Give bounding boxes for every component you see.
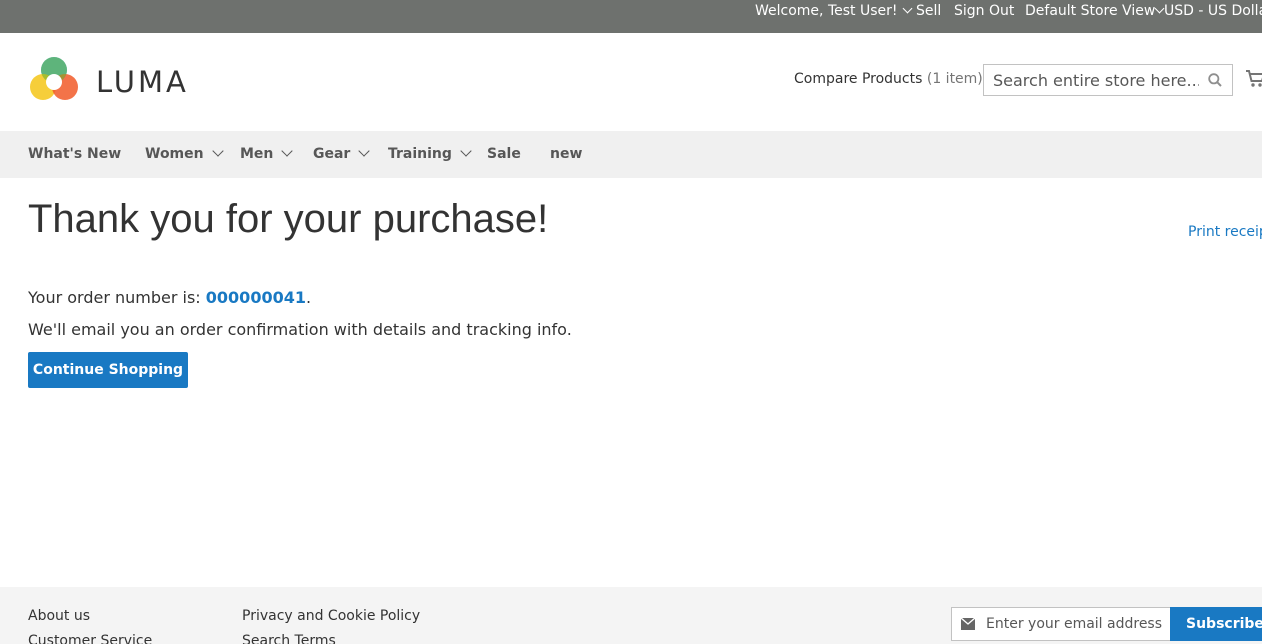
footer-link-search-terms[interactable]: Search Terms (242, 633, 336, 644)
order-number-suffix: . (305, 288, 312, 307)
currency-switcher[interactable]: USD - US Dollar (1164, 2, 1262, 20)
order-confirmation-info: We'll email you an order confirmation wi… (28, 320, 572, 339)
nav-item-label: Men (240, 146, 274, 162)
compare-products-link[interactable]: Compare Products (1 item) (794, 71, 983, 87)
footer-link-customer-service[interactable]: Customer Service (28, 633, 152, 644)
luma-logo-icon (30, 57, 78, 100)
welcome-menu[interactable]: Welcome, Test User! (755, 2, 913, 20)
chevron-down-icon (281, 145, 294, 157)
order-number-link[interactable]: 000000041 (206, 288, 306, 307)
nav-item-whats-new[interactable]: What's New (28, 131, 121, 178)
footer-link-about-us[interactable]: About us (28, 608, 90, 624)
nav-item-training[interactable]: Training (388, 131, 472, 178)
compare-count: (1 item) (926, 71, 983, 87)
nav-item-gear[interactable]: Gear (313, 131, 371, 178)
newsletter-box (951, 607, 1171, 641)
nav-item-label: new (550, 146, 583, 162)
luma-logo[interactable]: LUMA (28, 55, 198, 107)
nav-item-women[interactable]: Women (145, 131, 224, 178)
welcome-text: Welcome, Test User! (755, 3, 898, 19)
footer-link-privacy-policy[interactable]: Privacy and Cookie Policy (242, 608, 420, 624)
envelope-icon (961, 618, 975, 630)
nav-item-label: Gear (313, 146, 351, 162)
order-number-line: Your order number is: 000000041. (28, 288, 311, 307)
logo-text: LUMA (96, 65, 189, 99)
sign-out-link[interactable]: Sign Out (954, 2, 1014, 20)
chevron-down-icon (211, 145, 224, 157)
nav-item-label: Women (145, 146, 204, 162)
chevron-down-icon (903, 3, 913, 14)
search-box (983, 64, 1233, 96)
chevron-down-icon (460, 145, 472, 157)
nav-item-new[interactable]: new (550, 131, 582, 178)
nav-item-men[interactable]: Men (240, 131, 294, 178)
chevron-down-icon (358, 145, 371, 157)
sell-link[interactable]: Sell (916, 2, 941, 20)
print-receipt-link[interactable]: Print receipt (1188, 224, 1262, 240)
subscribe-button[interactable]: Subscribe (1170, 607, 1262, 641)
cart-icon[interactable] (1245, 68, 1262, 88)
store-view-label: Default Store View (1025, 3, 1156, 19)
main-navigation: What's New Women Men Gear Training Sale … (0, 131, 1262, 178)
order-number-prefix: Your order number is: (28, 288, 206, 307)
footer: About us Customer Service Privacy and Co… (0, 587, 1262, 644)
search-icon[interactable] (1208, 73, 1222, 87)
continue-shopping-button[interactable]: Continue Shopping (28, 352, 188, 388)
compare-label: Compare Products (794, 71, 923, 87)
nav-item-label: What's New (28, 146, 122, 162)
nav-item-label: Sale (487, 146, 521, 162)
nav-item-sale[interactable]: Sale (487, 131, 521, 178)
search-input[interactable] (984, 65, 1199, 95)
top-bar: Welcome, Test User! Sell Sign Out Defaul… (0, 0, 1262, 33)
newsletter-email-input[interactable] (986, 608, 1166, 640)
store-view-switcher[interactable]: Default Store View (1025, 2, 1165, 20)
page-title: Thank you for your purchase! (28, 197, 549, 241)
header: LUMA Compare Products (1 item) (0, 33, 1262, 131)
nav-item-label: Training (388, 146, 452, 162)
